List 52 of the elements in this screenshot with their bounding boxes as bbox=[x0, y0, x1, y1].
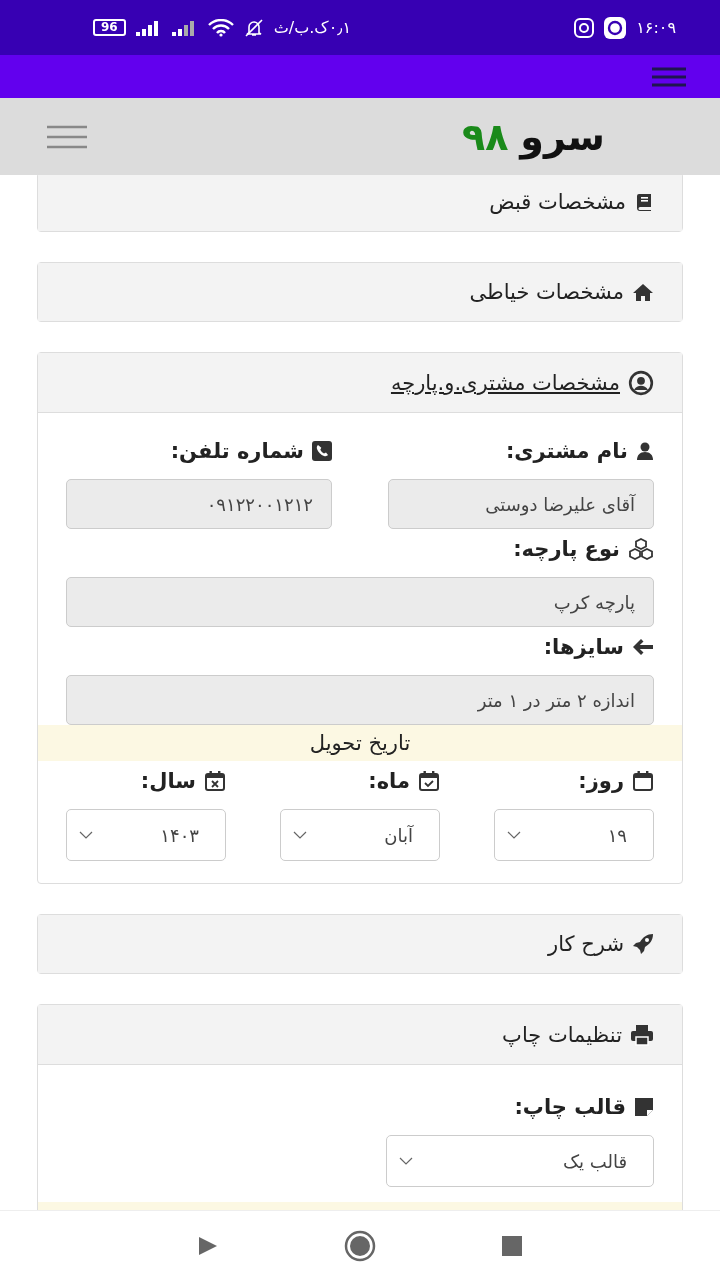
camera-icon bbox=[574, 17, 595, 38]
field-label: سایزها: bbox=[543, 635, 624, 659]
cubes-icon bbox=[628, 538, 654, 560]
caret-icon bbox=[79, 831, 93, 839]
arrow-icon bbox=[632, 637, 654, 657]
caret-icon bbox=[399, 1157, 413, 1165]
field-label: ماه: bbox=[368, 769, 410, 793]
dropdown[interactable]: آبان bbox=[280, 809, 440, 861]
menu-icon[interactable] bbox=[46, 123, 88, 150]
book-icon bbox=[634, 192, 654, 212]
field-label: قالب چاپ: bbox=[514, 1095, 626, 1119]
input-field[interactable]: آقای علیرضا دوستی bbox=[388, 479, 654, 529]
printer-icon bbox=[630, 1023, 654, 1046]
calendar-icon bbox=[632, 770, 654, 792]
home-icon bbox=[632, 282, 654, 302]
field-label: سال: bbox=[140, 769, 196, 793]
section-header[interactable]: تنظیمات چاپ bbox=[38, 1005, 682, 1065]
wifi-icon bbox=[207, 18, 234, 37]
input-field[interactable]: پارچه کرپ bbox=[66, 577, 654, 627]
back-icon[interactable] bbox=[197, 1234, 219, 1257]
note-icon bbox=[634, 1097, 654, 1117]
calendar-check-icon bbox=[418, 770, 440, 792]
muted-bell-icon bbox=[243, 17, 264, 38]
home-button-icon[interactable] bbox=[344, 1229, 376, 1262]
rocket-icon bbox=[632, 933, 654, 955]
field-label: نام مشتری: bbox=[505, 439, 628, 463]
dropdown[interactable]: قالب یک bbox=[386, 1135, 654, 1187]
phone-icon bbox=[312, 441, 332, 461]
input-field[interactable]: ۰۹۱۲۲۰۰۱۲۱۲ bbox=[66, 479, 332, 529]
section-header[interactable]: شرح کار bbox=[38, 915, 682, 973]
caret-icon bbox=[293, 831, 307, 839]
recents-icon[interactable] bbox=[501, 1234, 523, 1257]
network-speed: ۰٫۱ک.ب/ث bbox=[273, 18, 351, 37]
brand-name: سرو bbox=[520, 114, 605, 159]
app-icon bbox=[604, 16, 627, 39]
banner-text: تاریخ تحویل bbox=[309, 731, 411, 755]
calendar-x-icon bbox=[204, 770, 226, 792]
input-field[interactable]: اندازه ۲ متر در ۱ متر bbox=[66, 675, 654, 725]
field-label: شماره تلفن: bbox=[170, 439, 304, 463]
section-header[interactable]: مشخصات قبض bbox=[38, 175, 682, 231]
section-header[interactable]: مشخصات مشتری.و.پارچه bbox=[38, 353, 682, 413]
caret-icon bbox=[507, 831, 521, 839]
clock: ۱۶:۰۹ bbox=[636, 18, 676, 37]
field-label: روز: bbox=[578, 769, 624, 793]
dropdown[interactable]: ۱۹ bbox=[494, 809, 654, 861]
user-icon bbox=[636, 441, 654, 461]
battery-indicator: 96 bbox=[93, 19, 126, 36]
section-header[interactable]: مشخصات خیاطی bbox=[38, 263, 682, 321]
field-label: نوع پارچه: bbox=[513, 537, 620, 561]
dropdown[interactable]: ۱۴۰۳ bbox=[66, 809, 226, 861]
brand-number: ۹۸ bbox=[461, 114, 509, 159]
user-circle-icon bbox=[628, 369, 654, 396]
